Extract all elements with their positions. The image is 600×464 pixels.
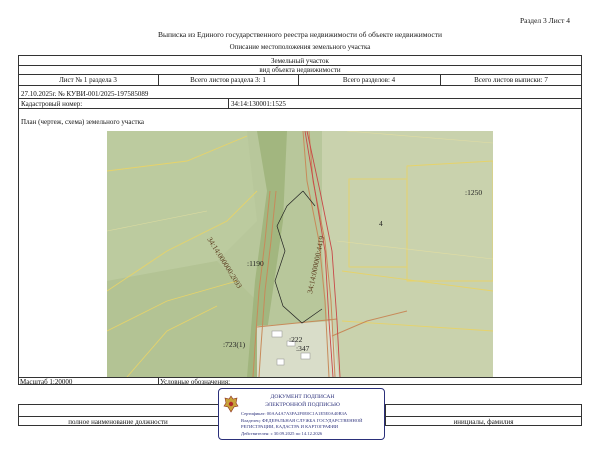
stamp-certificate: Сертификат: 00AA4A7A3FA2F0E0C1A1E5E0A40B… bbox=[241, 411, 348, 416]
label-parcel-4: 4 bbox=[379, 219, 383, 228]
total-sheets-extract: Всего листов выписки: 7 bbox=[474, 76, 548, 84]
sheet-of-section: Лист № 1 раздела 3 bbox=[59, 76, 117, 84]
label-parcel-1190: :1190 bbox=[247, 259, 264, 268]
label-parcel-222: :222 bbox=[289, 335, 303, 344]
label-parcel-723: :723(1) bbox=[223, 340, 246, 349]
scale: Масштаб 1:20000 bbox=[20, 378, 73, 386]
field-east bbox=[322, 131, 493, 377]
cadastral-label: Кадастровый номер: bbox=[21, 100, 83, 108]
object-kind-label: вид объекта недвижимости bbox=[259, 66, 341, 74]
total-sheets-section: Всего листов раздела 3: 1 bbox=[190, 76, 266, 84]
plan-label: План (чертеж, схема) земельного участка bbox=[21, 118, 145, 126]
date-number: 27.10.2025г. № КУВИ-001/2025-197585089 bbox=[21, 90, 149, 98]
total-sections: Всего разделов: 4 bbox=[342, 76, 396, 84]
building bbox=[271, 330, 283, 338]
electronic-signature-stamp: ДОКУМЕНТ ПОДПИСАН ЭЛЕКТРОННОЙ ПОДПИСЬЮ С… bbox=[218, 388, 385, 440]
stamp-owner-2: РЕГИСТРАЦИИ, КАДАСТРА И КАРТОГРАФИИ bbox=[241, 424, 339, 429]
label-parcel-1250: :1250 bbox=[465, 188, 482, 197]
document-subtitle: Описание местоположения земельного участ… bbox=[229, 43, 371, 51]
object-type: Земельный участок bbox=[271, 57, 329, 65]
stamp-valid: Действителен: с 30.09.2025 по 14.12.2026 bbox=[241, 431, 323, 436]
stamp-subtitle: ЭЛЕКТРОННОЙ ПОДПИСЬЮ bbox=[265, 402, 340, 408]
cadastral-number: 34:14:130001:1525 bbox=[231, 100, 286, 108]
position-label: полное наименование должности bbox=[68, 418, 168, 426]
document-title: Выписка из Единого государственного реес… bbox=[157, 30, 443, 39]
building bbox=[300, 352, 311, 360]
cadastral-map: :1250 4 :1190 34:14:000000:2093 34:14:00… bbox=[107, 131, 493, 377]
label-parcel-347: :347 bbox=[296, 344, 310, 353]
name-label: инициалы, фамилия bbox=[453, 418, 514, 426]
stamp-title: ДОКУМЕНТ ПОДПИСАН bbox=[270, 394, 335, 400]
section-sheet: Раздел 3 Лист 4 bbox=[519, 16, 570, 25]
building bbox=[276, 358, 285, 366]
legend-label: Условные обозначения: bbox=[160, 378, 231, 386]
